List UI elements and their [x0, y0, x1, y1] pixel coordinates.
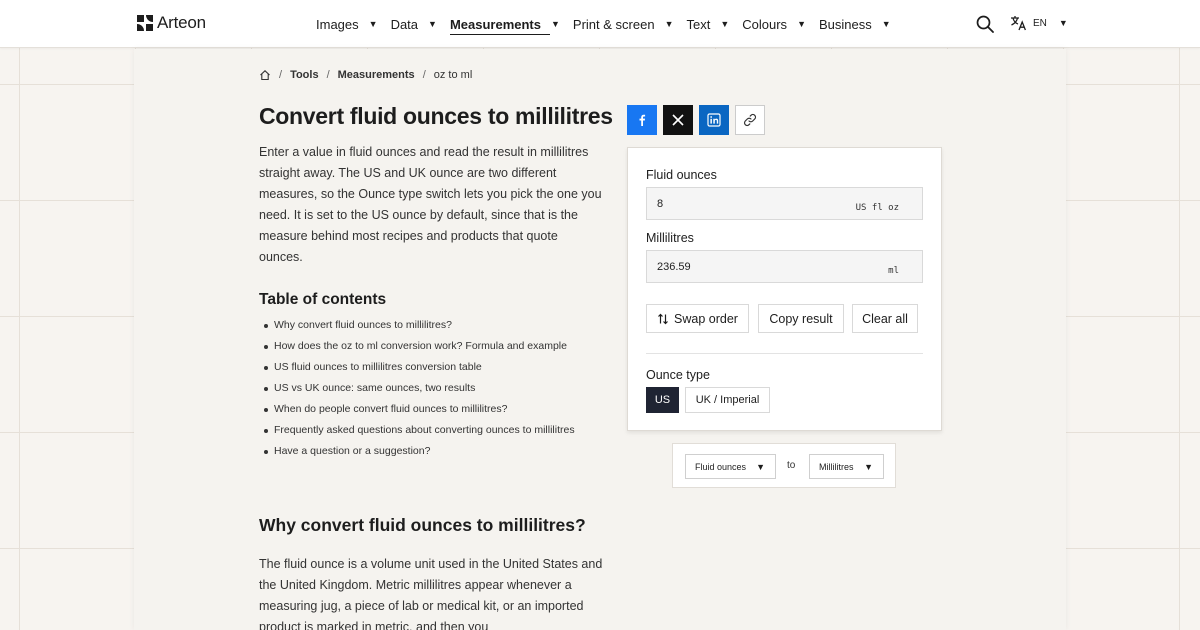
share-facebook-button[interactable]	[627, 105, 657, 135]
caret-down-icon: ▼	[864, 461, 873, 472]
to-word: to	[787, 460, 796, 471]
swap-icon	[658, 313, 668, 324]
share-x-button[interactable]	[663, 105, 693, 135]
caret-down-icon: ▼	[551, 19, 560, 29]
page-title: Convert fluid ounces to millilitres	[259, 103, 613, 129]
toc-item[interactable]: Why convert fluid ounces to millilitres?	[264, 318, 575, 339]
translate-icon	[1011, 16, 1027, 31]
to-unit-select[interactable]: Millilitres ▼	[809, 454, 884, 479]
search-icon[interactable]	[976, 15, 994, 33]
to-label: Millilitres	[646, 231, 694, 245]
nav-item-data[interactable]: Data ▼	[391, 0, 450, 48]
caret-down-icon: ▼	[1058, 18, 1068, 28]
toc-item[interactable]: Frequently asked questions about convert…	[264, 423, 575, 444]
to-unit: ml	[888, 266, 899, 276]
millilitres-input[interactable]: 236.59 ml	[646, 250, 923, 283]
divider	[646, 353, 923, 354]
nav-item-business[interactable]: Business ▼	[819, 0, 904, 48]
section-text: The fluid ounce is a volume unit used in…	[259, 557, 603, 630]
from-label: Fluid ounces	[646, 168, 717, 182]
nav-item-measurements[interactable]: Measurements ▼	[449, 0, 573, 48]
copy-result-button[interactable]: Copy result	[758, 304, 844, 333]
fluid-ounces-input[interactable]: 8 US fl oz	[646, 187, 923, 220]
caret-down-icon: ▼	[664, 19, 674, 29]
copy-link-button[interactable]	[735, 105, 765, 135]
ounce-type-us[interactable]: US	[646, 387, 679, 413]
breadcrumb: / Tools / Measurements / oz to ml	[259, 69, 472, 81]
clear-all-button[interactable]: Clear all	[852, 304, 918, 333]
language-switcher[interactable]: EN ▼	[1010, 15, 1068, 31]
share-bar	[627, 105, 765, 135]
to-value: 236.59	[657, 261, 691, 273]
breadcrumb-tools[interactable]: Tools	[290, 69, 319, 81]
intro-text: Enter a value in fluid ounces and read t…	[259, 145, 602, 264]
link-icon	[743, 113, 757, 127]
brand-logo[interactable]: Arteon	[137, 13, 206, 33]
table-of-contents: Why convert fluid ounces to millilitres?…	[264, 318, 575, 465]
site-header: Arteon Images ▼ Data ▼ Measurements ▼ Print…	[0, 0, 1200, 48]
nav-item-images[interactable]: Images ▼	[316, 0, 391, 48]
linkedin-icon	[707, 113, 721, 127]
toc-item[interactable]: US vs UK ounce: same ounces, two results	[264, 381, 575, 402]
share-linkedin-button[interactable]	[699, 105, 729, 135]
caret-down-icon: ▼	[881, 19, 891, 29]
toc-title: Table of contents	[259, 291, 387, 308]
from-unit-select[interactable]: Fluid ounces ▼	[685, 454, 776, 479]
toc-item[interactable]: US fluid ounces to millilitres conversio…	[264, 360, 575, 381]
section-title: Why convert fluid ounces to millilitres?	[259, 515, 586, 535]
home-icon[interactable]	[259, 69, 271, 81]
from-value: 8	[657, 198, 664, 210]
from-unit: US fl oz	[855, 203, 899, 213]
main-nav: Images ▼ Data ▼ Measurements ▼ Print & scre…	[316, 0, 904, 48]
nav-item-print-screen[interactable]: Print & screen ▼	[573, 0, 687, 48]
x-icon	[672, 114, 684, 126]
toc-item[interactable]: Have a question or a suggestion?	[264, 444, 575, 465]
facebook-icon	[639, 114, 646, 126]
toc-item[interactable]: When do people convert fluid ounces to m…	[264, 402, 575, 423]
caret-down-icon: ▼	[797, 19, 806, 29]
ounce-type-label: Ounce type	[646, 368, 710, 382]
brand-name: Arteon	[157, 13, 206, 32]
unit-select-bar: Fluid ounces ▼ to Millilitres ▼	[672, 443, 896, 488]
converter-panel: Fluid ounces 8 US fl oz Millilitres 236.…	[627, 147, 942, 431]
language-code: EN	[1033, 17, 1047, 29]
swap-order-button[interactable]: Swap order	[646, 304, 749, 333]
caret-down-icon: ▼	[756, 461, 765, 472]
arteon-logo-icon	[137, 15, 153, 31]
breadcrumb-current: oz to ml	[433, 69, 473, 81]
caret-down-icon: ▼	[428, 19, 437, 29]
nav-item-text[interactable]: Text ▼	[687, 0, 743, 48]
caret-down-icon: ▼	[368, 19, 378, 29]
breadcrumb-measurements[interactable]: Measurements	[338, 69, 415, 81]
nav-item-colours[interactable]: Colours ▼	[742, 0, 819, 48]
toc-item[interactable]: How does the oz to ml conversion work? F…	[264, 339, 575, 360]
ounce-type-uk-imperial[interactable]: UK / Imperial	[685, 387, 770, 413]
caret-down-icon: ▼	[720, 19, 730, 29]
